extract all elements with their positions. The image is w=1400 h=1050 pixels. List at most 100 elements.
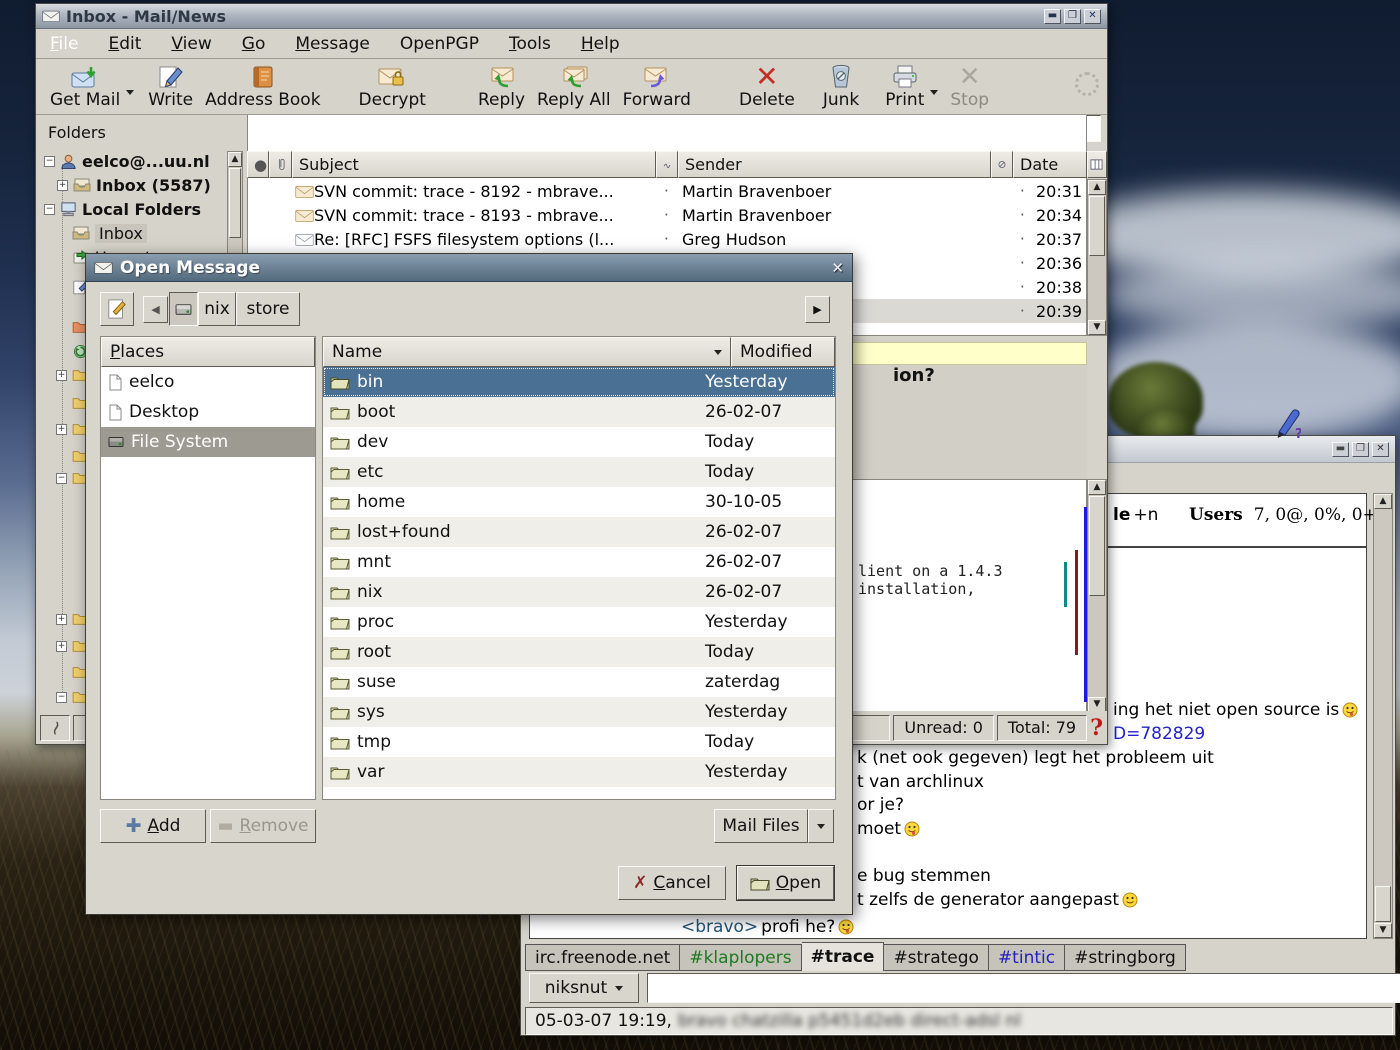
column-modified[interactable]: Modified: [731, 337, 835, 367]
column-name[interactable]: Name: [323, 337, 731, 367]
offline-indicator-icon[interactable]: ∼: [40, 715, 70, 741]
place-desktop[interactable]: Desktop: [101, 397, 315, 427]
folder-inbox-local[interactable]: Inbox: [72, 222, 147, 244]
message-row[interactable]: SVN commit: trace - 8192 - mbrave...· Ma…: [248, 179, 1086, 203]
tab-stringborg[interactable]: #stringborg: [1065, 944, 1186, 971]
message-row[interactable]: SVN commit: trace - 8193 - mbrave...· Ma…: [248, 203, 1086, 227]
path-forward-icon[interactable]: ▶: [805, 296, 830, 323]
file-row[interactable]: binYesterday: [323, 367, 835, 397]
file-row[interactable]: rootToday: [323, 637, 835, 667]
menu-help[interactable]: Help: [581, 34, 620, 54]
mail-menubar[interactable]: File Edit View Go Message OpenPGP Tools …: [36, 29, 1107, 59]
file-row[interactable]: nix26-02-07: [323, 577, 835, 607]
file-type-filter-dropdown[interactable]: Mail Files: [714, 809, 808, 843]
filter-chevron-down-icon[interactable]: [808, 809, 834, 843]
tab-trace[interactable]: #trace: [802, 942, 885, 971]
maximize-icon[interactable]: ❐: [1352, 442, 1369, 457]
irc-message-input[interactable]: [648, 974, 1400, 1002]
folder-account[interactable]: − eelco@...uu.nl: [44, 150, 210, 172]
places-panel[interactable]: Places eelco Desktop File System: [100, 336, 316, 800]
collapse-icon[interactable]: −: [44, 156, 55, 167]
delete-button[interactable]: ✕ Delete: [733, 62, 801, 112]
scroll-down-icon[interactable]: ▼: [1374, 923, 1392, 938]
collapse-icon[interactable]: −: [44, 204, 55, 215]
irc-message-input-box[interactable]: [647, 973, 1400, 1003]
close-icon[interactable]: ✕: [1084, 9, 1101, 24]
add-button[interactable]: ✚ Add: [100, 809, 206, 843]
places-header[interactable]: Places: [101, 337, 315, 367]
path-back-icon[interactable]: ◀: [143, 296, 168, 323]
file-row[interactable]: etcToday: [323, 457, 835, 487]
reply-button[interactable]: Reply: [472, 62, 531, 112]
reply-all-button[interactable]: Reply All: [531, 62, 617, 112]
body-scrollbar[interactable]: ▲ ▼: [1087, 479, 1107, 713]
place-file-system[interactable]: File System: [101, 427, 315, 457]
cancel-button[interactable]: ✗ Cancel: [618, 866, 726, 900]
chat-line[interactable]: D=782829: [1113, 724, 1205, 744]
file-row[interactable]: lost+found26-02-07: [323, 517, 835, 547]
minimize-icon[interactable]: ▬: [1044, 9, 1061, 24]
write-button[interactable]: Write: [142, 62, 199, 112]
file-row[interactable]: mnt26-02-07: [323, 547, 835, 577]
forward-button[interactable]: Forward: [617, 62, 697, 112]
address-book-button[interactable]: Address Book: [199, 62, 326, 112]
menu-tools[interactable]: Tools: [509, 34, 551, 54]
open-message-dialog[interactable]: Open Message ✕ ◀ nix store ▶ Places eelc…: [85, 253, 853, 915]
folder-inbox-account[interactable]: + Inbox (5587): [57, 174, 211, 196]
scrollbar-thumb[interactable]: [1089, 196, 1105, 256]
column-picker-icon[interactable]: [1087, 151, 1107, 178]
crumb-nix-button[interactable]: nix: [198, 292, 236, 326]
file-row[interactable]: tmpToday: [323, 727, 835, 757]
file-list[interactable]: binYesterday boot26-02-07 devToday etcTo…: [323, 367, 835, 787]
column-attachment-icon[interactable]: [269, 151, 292, 178]
column-junk-icon[interactable]: [991, 151, 1013, 178]
menu-view[interactable]: View: [171, 34, 211, 54]
type-filename-button[interactable]: [100, 292, 134, 326]
file-row[interactable]: home30-10-05: [323, 487, 835, 517]
crumb-filesystem-button[interactable]: [169, 292, 198, 326]
menu-openpgp[interactable]: OpenPGP: [400, 34, 479, 54]
nick-selector-button[interactable]: niksnut: [529, 973, 639, 1003]
message-row[interactable]: Re: [RFC] FSFS filesystem options (l...·…: [248, 227, 1086, 251]
print-button[interactable]: Print: [879, 62, 930, 112]
menu-go[interactable]: Go: [242, 34, 266, 54]
open-button[interactable]: Open: [737, 866, 834, 900]
scroll-down-icon[interactable]: ▼: [1088, 320, 1106, 335]
chevron-down-icon[interactable]: [930, 90, 938, 95]
dialog-titlebar[interactable]: Open Message ✕: [86, 254, 852, 282]
help-question-icon[interactable]: ?: [1090, 715, 1103, 741]
irc-channel-tabs[interactable]: irc.freenode.net #klaplopers #trace #str…: [525, 942, 1186, 971]
close-icon[interactable]: ✕: [831, 259, 844, 277]
tab-server[interactable]: irc.freenode.net: [525, 944, 680, 971]
menu-edit[interactable]: Edit: [108, 34, 141, 54]
scroll-up-icon[interactable]: ▲: [1088, 180, 1106, 195]
file-row[interactable]: devToday: [323, 427, 835, 457]
mail-toolbar[interactable]: Get Mail Write Address Book Decrypt Repl…: [36, 59, 1107, 115]
file-list-panel[interactable]: Name Modified binYesterday boot26-02-07 …: [322, 336, 836, 800]
chevron-down-icon[interactable]: [126, 90, 134, 95]
file-row[interactable]: boot26-02-07: [323, 397, 835, 427]
column-subject[interactable]: Subject: [292, 151, 656, 178]
minimize-icon[interactable]: ▬: [1332, 442, 1349, 457]
file-row[interactable]: varYesterday: [323, 757, 835, 787]
close-icon[interactable]: ✕: [1372, 442, 1389, 457]
scroll-down-icon[interactable]: ▼: [1088, 697, 1106, 712]
column-flag-icon[interactable]: ●: [247, 151, 269, 178]
file-row[interactable]: susezaterdag: [323, 667, 835, 697]
scroll-up-icon[interactable]: ▲: [1088, 480, 1106, 495]
scrollbar-thumb[interactable]: [1089, 496, 1105, 596]
tab-klaplopers[interactable]: #klaplopers: [680, 944, 801, 971]
get-mail-button[interactable]: Get Mail: [44, 62, 126, 112]
scroll-up-icon[interactable]: ▲: [1374, 494, 1392, 509]
file-row[interactable]: sysYesterday: [323, 697, 835, 727]
crumb-store-button[interactable]: store: [236, 292, 300, 326]
junk-button[interactable]: Junk: [817, 62, 865, 112]
expand-icon[interactable]: +: [57, 180, 68, 191]
file-row[interactable]: procYesterday: [323, 607, 835, 637]
decrypt-button[interactable]: Decrypt: [353, 62, 432, 112]
menu-file[interactable]: File: [50, 34, 78, 54]
folder-local[interactable]: − Local Folders: [44, 198, 201, 220]
menu-message[interactable]: Message: [295, 34, 370, 54]
irc-chat-scrollbar[interactable]: ▲ ▼: [1373, 493, 1393, 939]
column-date[interactable]: Date: [1013, 151, 1087, 178]
